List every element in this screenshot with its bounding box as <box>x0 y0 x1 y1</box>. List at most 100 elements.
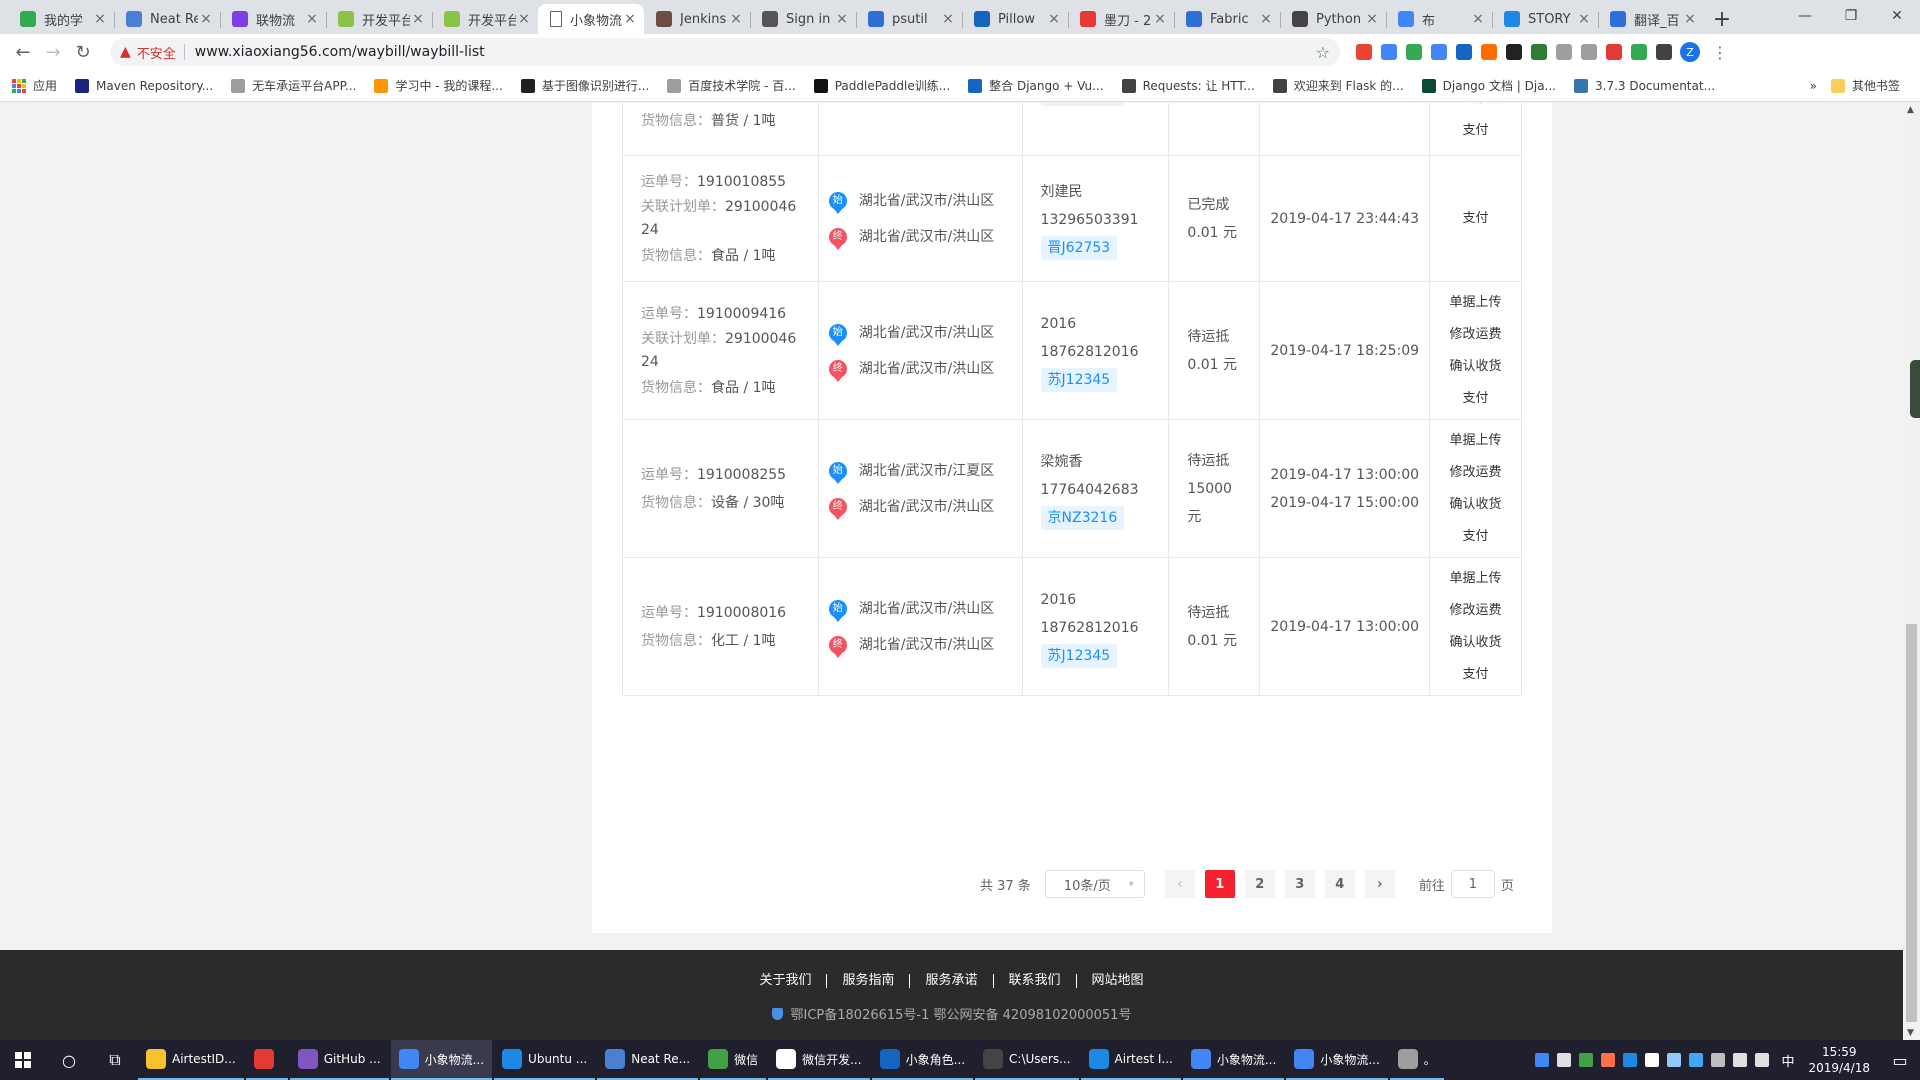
extension-icon[interactable] <box>1506 44 1522 60</box>
extension-icon[interactable] <box>1381 44 1397 60</box>
ime-indicator[interactable]: 中 <box>1781 1051 1794 1070</box>
tray-app-icon[interactable] <box>1557 1053 1572 1067</box>
close-icon[interactable]: × <box>728 11 744 27</box>
page-4-button[interactable]: 4 <box>1324 870 1355 898</box>
extension-icon[interactable] <box>1606 44 1622 60</box>
close-icon[interactable]: × <box>516 11 532 27</box>
bookmark-item[interactable]: 学习中 - 我的课程... <box>374 77 503 94</box>
clock[interactable]: 15:59 2019/4/18 <box>1808 1044 1870 1076</box>
bookmark-item[interactable]: 欢迎来到 Flask 的... <box>1272 77 1404 94</box>
browser-tab[interactable]: Jenkins × <box>644 4 750 34</box>
confirm-receipt-link[interactable]: 确认收货 <box>1450 627 1502 659</box>
security-label[interactable]: 不安全 <box>137 43 176 62</box>
tray-app-icon[interactable] <box>1623 1053 1638 1067</box>
page-size-select[interactable]: 10条/页 ▾ <box>1044 870 1145 898</box>
extension-icon[interactable] <box>1556 44 1572 60</box>
browser-tab[interactable]: 开发平台 × <box>326 4 432 34</box>
scroll-down-icon[interactable]: ▼ <box>1907 1028 1914 1038</box>
footer-link[interactable]: 联系我们 <box>992 974 1076 988</box>
browser-tab[interactable]: Fabric × <box>1174 4 1280 34</box>
pay-link[interactable]: 支付 <box>1463 203 1489 235</box>
close-icon[interactable]: × <box>1364 11 1380 27</box>
bluetooth-icon[interactable] <box>1689 1053 1704 1067</box>
goto-page-input[interactable] <box>1450 870 1495 898</box>
footer-link[interactable]: 网站地图 <box>1075 974 1159 988</box>
url-text[interactable]: www.xiaoxiang56.com/waybill/waybill-list <box>195 44 1316 60</box>
extension-icon[interactable] <box>1531 44 1547 60</box>
task-view-icon[interactable]: ⧉ <box>92 1040 138 1080</box>
extension-icon[interactable] <box>1431 44 1447 60</box>
scroll-thumb[interactable] <box>1906 624 1917 1022</box>
close-icon[interactable]: × <box>198 11 214 27</box>
pay-link[interactable]: 支付 <box>1463 115 1489 147</box>
tray-app-icon[interactable] <box>1535 1053 1550 1067</box>
confirm-receipt-link[interactable]: 确认收货 <box>1450 351 1502 383</box>
extension-icon[interactable] <box>1656 44 1672 60</box>
pay-link[interactable]: 支付 <box>1463 383 1489 415</box>
upload-document-link[interactable]: 单据上传 <box>1450 287 1502 319</box>
close-icon[interactable]: × <box>622 11 638 27</box>
minimize-icon[interactable]: — <box>1782 0 1828 32</box>
bookmark-item[interactable]: 无车承运平台APP... <box>231 77 356 94</box>
taskbar-app[interactable]: 小象角色... <box>871 1040 974 1080</box>
close-icon[interactable]: × <box>834 11 850 27</box>
side-widget-handle[interactable] <box>1910 360 1920 418</box>
scroll-up-icon[interactable]: ▲ <box>1907 105 1914 115</box>
extension-icon[interactable] <box>1481 44 1497 60</box>
forward-icon[interactable]: → <box>38 37 68 67</box>
close-icon[interactable]: × <box>92 11 108 27</box>
footer-link[interactable]: 服务承诺 <box>909 974 992 988</box>
confirm-receipt-link[interactable]: 确认收货 <box>1450 489 1502 521</box>
browser-tab[interactable]: Pillow × <box>962 4 1068 34</box>
extension-icon[interactable] <box>1456 44 1472 60</box>
taskbar-app[interactable]: 小象物流... <box>1182 1040 1285 1080</box>
shield-icon[interactable] <box>1667 1053 1682 1067</box>
taskbar-app[interactable]: 小象物流... <box>1286 1040 1388 1080</box>
wechat-tray-icon[interactable] <box>1579 1053 1594 1067</box>
taskbar-app[interactable]: Airtest I... <box>1080 1040 1181 1080</box>
bookmark-item[interactable]: Django 文档 | Dja... <box>1421 77 1556 94</box>
footer-link[interactable]: 关于我们 <box>744 974 826 988</box>
extension-icon[interactable] <box>1356 44 1372 60</box>
close-icon[interactable]: × <box>1576 11 1592 27</box>
warning-icon[interactable]: ▲ <box>120 44 131 60</box>
taskbar-app[interactable]: GitHub ... <box>289 1040 389 1080</box>
taskbar-app[interactable] <box>245 1040 288 1080</box>
search-icon[interactable]: ○ <box>46 1040 92 1080</box>
other-bookmarks[interactable]: 其他书签 <box>1830 77 1900 94</box>
page-1-button[interactable]: 1 <box>1204 870 1235 898</box>
close-icon[interactable]: × <box>1470 11 1486 27</box>
browser-tab[interactable]: 翻译_百 × <box>1598 4 1704 34</box>
bookmark-star-icon[interactable]: ☆ <box>1316 43 1330 62</box>
browser-tab[interactable]: Sign in × <box>750 4 856 34</box>
close-icon[interactable]: × <box>1046 11 1062 27</box>
edit-freight-link[interactable]: 修改运费 <box>1450 595 1502 627</box>
maximize-icon[interactable]: ❐ <box>1828 0 1874 32</box>
browser-tab[interactable]: 开发平台 × <box>432 4 538 34</box>
close-icon[interactable]: × <box>410 11 426 27</box>
upload-document-link[interactable]: 单据上传 <box>1450 563 1502 595</box>
browser-tab[interactable]: 布 × <box>1386 4 1492 34</box>
bookmark-item[interactable]: Requests: 让 HTT... <box>1121 77 1255 94</box>
confirm-receipt-link[interactable]: 确认收货 <box>1450 103 1502 115</box>
upload-document-link[interactable]: 单据上传 <box>1450 425 1502 457</box>
browser-tab[interactable]: 小象物流 × <box>538 4 644 34</box>
taskbar-app[interactable]: 微信 <box>700 1040 767 1080</box>
next-page-button[interactable]: › <box>1364 870 1395 898</box>
reload-icon[interactable]: ↻ <box>68 37 98 67</box>
bookmark-item[interactable]: 整合 Django + Vu... <box>968 77 1104 94</box>
extension-icon[interactable] <box>1406 44 1422 60</box>
close-icon[interactable]: × <box>1258 11 1274 27</box>
browser-tab[interactable]: 联物流 × <box>220 4 326 34</box>
bookmark-item[interactable]: 百度技术学院 - 百... <box>667 77 796 94</box>
notification-icon[interactable]: ▭ <box>1880 1051 1920 1070</box>
tray-app-icon[interactable] <box>1711 1053 1726 1067</box>
page-2-button[interactable]: 2 <box>1244 870 1275 898</box>
page-3-button[interactable]: 3 <box>1284 870 1315 898</box>
bookmark-item[interactable]: 基于图像识别进行... <box>520 77 649 94</box>
taskbar-app[interactable]: 小象物流... <box>390 1040 493 1080</box>
browser-tab[interactable]: 我的学 × <box>8 4 114 34</box>
new-tab-button[interactable]: + <box>1708 4 1736 34</box>
taskbar-app[interactable]: 。 <box>1389 1040 1444 1080</box>
menu-icon[interactable]: ⋮ <box>1712 43 1728 62</box>
